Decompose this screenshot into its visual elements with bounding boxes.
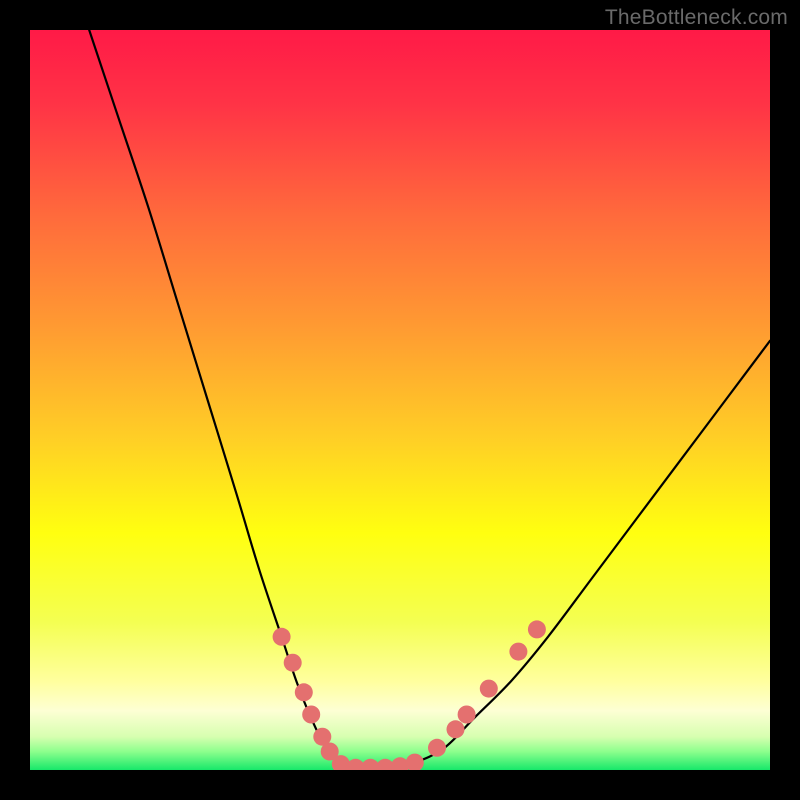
marker-dot [284, 654, 302, 672]
marker-dot [509, 643, 527, 661]
marker-dot [528, 620, 546, 638]
marker-dot [273, 628, 291, 646]
marker-dot [458, 706, 476, 724]
marker-dot [295, 683, 313, 701]
highlight-dots [273, 620, 546, 770]
marker-dot [302, 706, 320, 724]
bottleneck-curve [89, 30, 770, 770]
marker-dot [428, 739, 446, 757]
marker-dot [406, 754, 424, 770]
curve-layer [30, 30, 770, 770]
watermark-text: TheBottleneck.com [605, 6, 788, 30]
marker-dot [480, 680, 498, 698]
plot-area [30, 30, 770, 770]
app-frame: TheBottleneck.com [0, 0, 800, 800]
marker-dot [447, 720, 465, 738]
